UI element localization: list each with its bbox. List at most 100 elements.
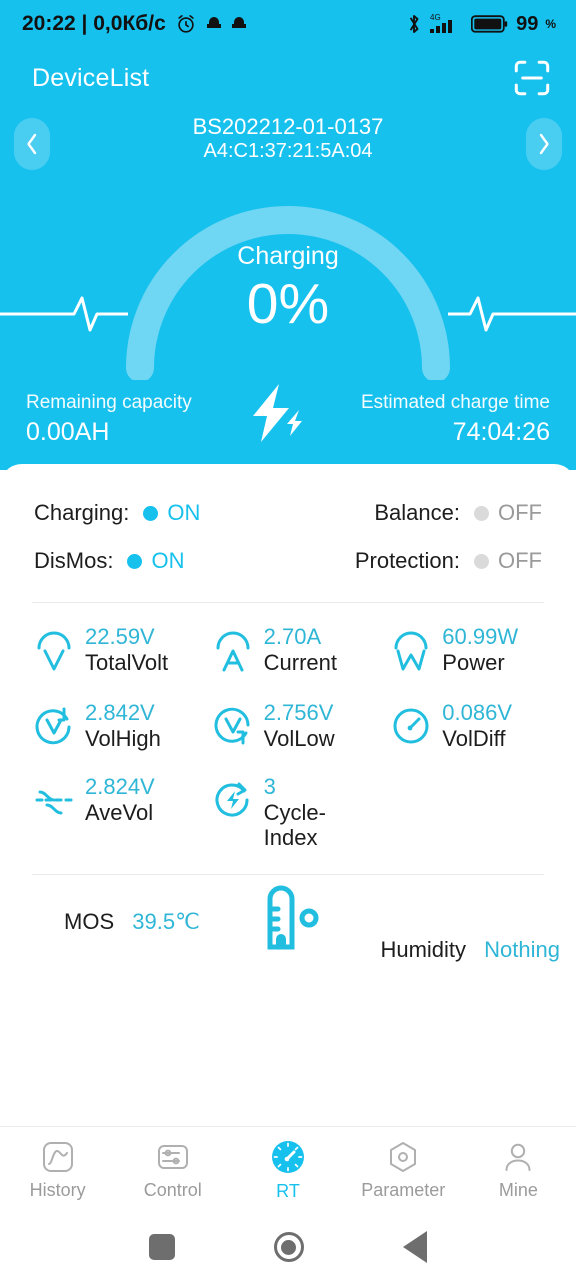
metric-label: Cycle-Index xyxy=(263,799,326,850)
status-protection-value: OFF xyxy=(498,548,542,573)
metric-totalvolt: 22.59V TotalVolt xyxy=(20,624,199,677)
remaining-capacity-value: 0.00AH xyxy=(26,417,110,446)
metric-value: 60.99W xyxy=(442,624,519,649)
metric-empty xyxy=(377,775,556,850)
metric-current: 2.70A Current xyxy=(199,624,378,677)
metric-label: VolDiff xyxy=(442,725,506,751)
volt-meter-icon xyxy=(34,625,74,677)
tab-mine[interactable]: Mine xyxy=(461,1140,576,1201)
status-dismos-label: DisMos: xyxy=(34,548,114,573)
device-mac: A4:C1:37:21:5A:04 xyxy=(203,139,373,162)
battery-level: 99 xyxy=(516,12,539,35)
tab-mine-label: Mine xyxy=(498,1180,538,1200)
capacity-strip: Remaining capacity 0.00AH Estimated char… xyxy=(0,382,576,470)
metric-label: VolHigh xyxy=(85,725,161,751)
back-triangle-icon[interactable] xyxy=(402,1231,427,1263)
home-circle-icon[interactable] xyxy=(273,1232,304,1262)
tab-history[interactable]: History xyxy=(0,1140,115,1201)
metric-value: 2.70A xyxy=(263,624,322,649)
thermometer-icon xyxy=(250,885,326,964)
metric-text: 2.842V VolHigh xyxy=(85,700,161,751)
device-names: BS202212-01-0137 A4:C1:37:21:5A:04 xyxy=(193,114,384,164)
temperature-mos-value: 39.5℃ xyxy=(132,909,200,935)
tab-parameter[interactable]: Parameter xyxy=(346,1140,461,1201)
metric-value: 0.086V xyxy=(442,700,513,725)
tab-rt-label: RT xyxy=(276,1181,300,1201)
tab-control[interactable]: Control xyxy=(115,1140,230,1201)
eta-label: Estimated charge time xyxy=(360,392,550,413)
metrics-row: 2.824V AveVol 3 Cycle-Index xyxy=(20,775,556,850)
prev-device-button[interactable] xyxy=(14,118,50,170)
metric-label: Current xyxy=(263,649,337,675)
metric-text: 2.70A Current xyxy=(263,624,337,675)
status-protection: Protection: OFF xyxy=(288,548,542,574)
metric-text: 2.824V AveVol xyxy=(85,775,155,825)
remaining-capacity-label: Remaining capacity xyxy=(26,392,192,413)
voltage-low-icon xyxy=(213,701,253,751)
scan-code-icon[interactable] xyxy=(512,58,552,98)
status-dismos-value: ON xyxy=(151,548,185,573)
recents-square-icon[interactable] xyxy=(149,1234,176,1260)
voltage-high-icon xyxy=(34,701,74,751)
average-voltage-icon xyxy=(34,775,74,825)
ampere-meter-icon xyxy=(213,625,253,677)
metric-volhigh: 2.842V VolHigh xyxy=(20,700,199,751)
status-dot-icon xyxy=(143,505,159,521)
realtime-gauge-icon xyxy=(270,1139,306,1175)
status-dot-icon xyxy=(474,505,489,521)
metric-label: AveVol xyxy=(85,799,154,825)
status-dot-icon xyxy=(127,553,143,569)
humidity-label: Humidity xyxy=(380,937,467,963)
user-icon xyxy=(501,1140,535,1174)
metrics-row: 2.842V VolHigh 2.756V VolLow 0.086V VolD… xyxy=(20,700,556,751)
metric-text: 0.086V VolDiff xyxy=(442,700,513,751)
status-bar-left: 20:22 | 0,0Кб/c xyxy=(22,12,247,36)
metric-label: TotalVolt xyxy=(85,649,169,675)
metric-label: Power xyxy=(442,649,505,675)
app-bar: DeviceList xyxy=(0,48,576,108)
hero-panel: DeviceList BS202212-01-0137 A4:C1:37:21:… xyxy=(0,48,576,470)
detail-sheet: Charging: ON Balance: OFF DisMos: ON Pro… xyxy=(0,464,576,968)
status-dot-icon xyxy=(474,553,489,569)
metrics-grid: 22.59V TotalVolt 2.70A Current 60.99W Po… xyxy=(0,603,576,850)
temperature-mos: MOS 39.5℃ xyxy=(64,909,200,935)
temperature-mos-label: MOS xyxy=(64,909,115,935)
humidity-value: Nothing xyxy=(484,937,560,963)
metric-value: 2.824V xyxy=(85,774,155,800)
android-navigation-bar xyxy=(0,1214,576,1280)
temperature-block: MOS 39.5℃ Humidity Nothing xyxy=(0,875,576,967)
metric-power: 60.99W Power xyxy=(377,624,556,677)
status-dismos: DisMos: ON xyxy=(34,548,288,574)
metric-text: 2.756V VolLow xyxy=(263,700,335,751)
status-charging-label: Charging: xyxy=(34,500,130,525)
app-icon xyxy=(206,16,222,32)
status-clock: 20:22 | 0,0Кб/c xyxy=(22,12,166,35)
charge-percent: 0% xyxy=(246,272,330,336)
metric-cycle-index: 3 Cycle-Index xyxy=(199,775,378,850)
metric-value: 22.59V xyxy=(85,624,155,649)
tab-history-label: History xyxy=(29,1180,86,1200)
metric-value: 2.756V xyxy=(263,700,334,725)
device-selector: BS202212-01-0137 A4:C1:37:21:5A:04 xyxy=(0,114,576,182)
status-balance-label: Balance: xyxy=(374,500,460,525)
metric-avevol: 2.824V AveVol xyxy=(20,775,199,850)
hexagon-settings-icon xyxy=(386,1140,420,1174)
tab-rt[interactable]: RT xyxy=(230,1139,345,1202)
device-id: BS202212-01-0137 xyxy=(192,114,384,139)
charge-gauge: Charging 0% xyxy=(0,182,576,382)
status-bar: 20:22 | 0,0Кб/c 4G 99 % xyxy=(0,0,576,48)
metric-vollow: 2.756V VolLow xyxy=(199,700,378,751)
alarm-clock-icon xyxy=(175,13,197,35)
metric-voldiff: 0.086V VolDiff xyxy=(377,700,556,751)
metric-text: 60.99W Power xyxy=(442,624,519,675)
sliders-icon xyxy=(156,1140,190,1174)
next-device-button[interactable] xyxy=(526,118,562,170)
tab-parameter-label: Parameter xyxy=(361,1180,446,1200)
remaining-capacity: Remaining capacity 0.00AH xyxy=(26,391,192,448)
metric-label: VolLow xyxy=(263,725,335,751)
watt-meter-icon xyxy=(391,625,431,677)
bluetooth-icon xyxy=(405,13,423,35)
history-chart-icon xyxy=(41,1140,75,1174)
bottom-tab-bar: History Control RT Parameter Mine xyxy=(0,1126,576,1214)
app-screen: 20:22 | 0,0Кб/c 4G 99 % DeviceList BS202… xyxy=(0,0,576,1280)
